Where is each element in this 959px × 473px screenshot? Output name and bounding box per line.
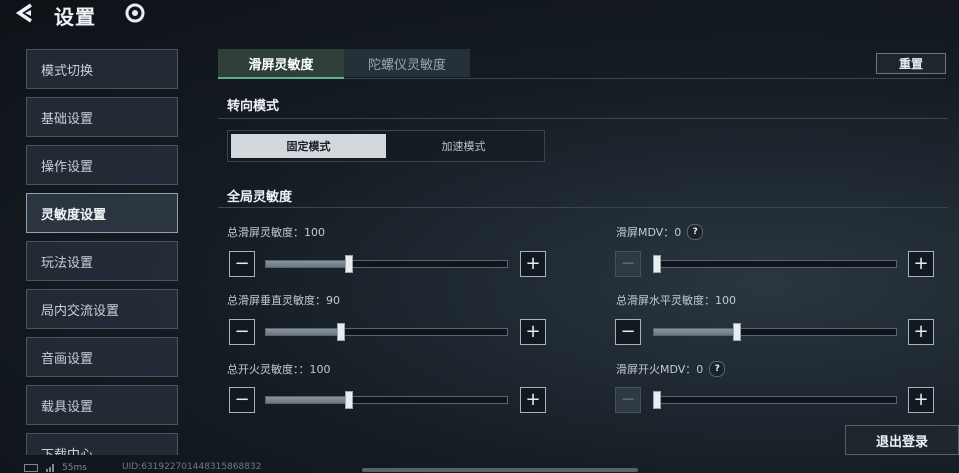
swipe-mdv-label: 滑屏MDV：0: [616, 226, 682, 239]
page-title: 设置: [54, 5, 96, 29]
swipe-mdv-slider-handle[interactable]: [653, 255, 661, 273]
total-horizontal-slider-handle[interactable]: [732, 323, 741, 341]
fire-mdv-label-group: 滑屏开火MDV：0?: [616, 361, 726, 377]
swipe-mdv-slider[interactable]: [653, 255, 897, 273]
sidebar-item-label: 下载中心: [41, 444, 93, 455]
total-swipe-slider[interactable]: [265, 255, 508, 273]
status-bar: 55ms: [24, 462, 87, 473]
total-fire-slider-fill: [266, 397, 346, 403]
help-icon[interactable]: ?: [687, 224, 704, 240]
sidebar-item-label: 模式切换: [41, 63, 94, 79]
total-swipe-slider-fill: [266, 261, 346, 267]
sidebar-item-label: 操作设置: [41, 159, 94, 175]
total-vertical-slider-fill: [266, 329, 339, 335]
total-swipe-label: 总滑屏灵敏度：100: [227, 226, 325, 239]
tab-swipe-sensitivity[interactable]: 滑屏灵敏度: [218, 49, 344, 79]
total-fire-decrease-button[interactable]: −: [229, 387, 255, 413]
swipe-mdv-decrease-button[interactable]: −: [615, 251, 641, 277]
total-horizontal-slider[interactable]: [653, 323, 897, 341]
logout-button[interactable]: 退出登录: [845, 425, 959, 455]
swipe-mdv-label-group: 滑屏MDV：0?: [616, 224, 704, 240]
fire-mdv-slider[interactable]: [653, 391, 897, 409]
total-horizontal-slider-fill: [654, 329, 734, 335]
fire-mdv-decrease-button[interactable]: −: [615, 387, 641, 413]
sidebar-item-label: 音画设置: [41, 351, 94, 367]
steering-mode-toggle: 固定模式 加速模式: [227, 130, 545, 162]
game-logo-icon: [124, 2, 146, 24]
mode-fixed-button[interactable]: 固定模式: [231, 134, 386, 158]
sidebar-item-label: 基础设置: [41, 111, 94, 127]
total-horizontal-label-group: 总滑屏水平灵敏度：100: [616, 292, 736, 308]
sidebar-item-sensitivity[interactable]: 灵敏度设置: [26, 193, 178, 233]
sidebar-item-mode-switch[interactable]: 模式切换: [26, 49, 178, 89]
uid-text: UID:631922701448315868832: [122, 462, 262, 472]
tab-bar: 滑屏灵敏度 陀螺仪灵敏度: [218, 49, 946, 79]
total-fire-label-group: 总开火灵敏度：：100: [227, 361, 331, 377]
mode-accel-button[interactable]: 加速模式: [386, 134, 541, 158]
total-fire-label: 总开火灵敏度：：100: [227, 363, 331, 376]
total-swipe-decrease-button[interactable]: −: [229, 251, 255, 277]
total-fire-increase-button[interactable]: +: [520, 387, 546, 413]
sidebar-item-audio-video[interactable]: 音画设置: [26, 337, 178, 377]
sidebar-item-communication[interactable]: 局内交流设置: [26, 289, 178, 329]
divider: [218, 118, 948, 119]
total-horizontal-label: 总滑屏水平灵敏度：100: [616, 294, 736, 307]
help-icon[interactable]: ?: [709, 361, 726, 377]
reset-button[interactable]: 重置: [876, 53, 946, 74]
sidebar-item-label: 玩法设置: [41, 255, 94, 271]
fire-mdv-increase-button[interactable]: +: [908, 387, 934, 413]
sidebar-item-vehicle[interactable]: 载具设置: [26, 385, 178, 425]
section-title-steering: 转向模式: [227, 99, 280, 114]
sidebar-item-label: 局内交流设置: [41, 303, 120, 319]
total-horizontal-decrease-button[interactable]: −: [615, 319, 641, 345]
battery-icon: [24, 463, 38, 472]
total-vertical-label: 总滑屏垂直灵敏度：90: [227, 294, 340, 307]
total-swipe-label-group: 总滑屏灵敏度：100: [227, 224, 325, 240]
tab-gyro-sensitivity[interactable]: 陀螺仪灵敏度: [344, 49, 470, 77]
fire-mdv-label: 滑屏开火MDV：0: [616, 363, 704, 376]
fire-mdv-slider-handle[interactable]: [653, 391, 661, 409]
total-fire-slider[interactable]: [265, 391, 508, 409]
total-horizontal-increase-button[interactable]: +: [908, 319, 934, 345]
sidebar-item-gameplay[interactable]: 玩法设置: [26, 241, 178, 281]
signal-icon: [46, 463, 54, 472]
latency-text: 55ms: [62, 462, 87, 473]
total-vertical-decrease-button[interactable]: −: [229, 319, 255, 345]
sidebar-item-controls[interactable]: 操作设置: [26, 145, 178, 185]
total-vertical-increase-button[interactable]: +: [520, 319, 546, 345]
swipe-mdv-increase-button[interactable]: +: [908, 251, 934, 277]
sidebar-item-downloads[interactable]: 下载中心: [26, 433, 178, 455]
total-swipe-increase-button[interactable]: +: [520, 251, 546, 277]
back-arrow-icon: [15, 3, 32, 23]
sidebar-item-basic[interactable]: 基础设置: [26, 97, 178, 137]
total-vertical-slider[interactable]: [265, 323, 508, 341]
sidebar-item-label: 灵敏度设置: [41, 207, 107, 223]
total-swipe-slider-handle[interactable]: [344, 255, 353, 273]
back-button[interactable]: [14, 2, 42, 26]
divider: [218, 207, 948, 208]
total-vertical-slider-handle[interactable]: [337, 323, 346, 341]
sidebar-item-label: 载具设置: [41, 399, 94, 415]
section-title-global: 全局灵敏度: [227, 190, 293, 205]
horizontal-scrollbar[interactable]: [362, 468, 638, 472]
total-fire-slider-handle[interactable]: [344, 391, 353, 409]
total-vertical-label-group: 总滑屏垂直灵敏度：90: [227, 292, 340, 308]
